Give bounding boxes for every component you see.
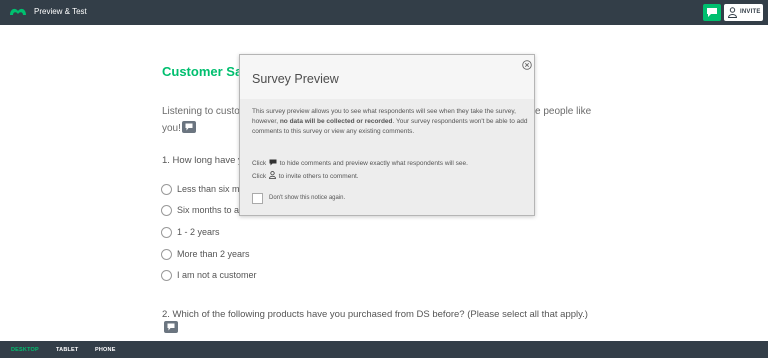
radio-button[interactable]	[161, 184, 172, 195]
close-icon[interactable]	[522, 60, 532, 70]
invite-label: INVITE	[740, 9, 761, 15]
survey-preview-dialog: Survey Preview This survey preview allow…	[239, 54, 535, 216]
dont-show-again-checkbox[interactable]	[252, 193, 263, 204]
invite-button[interactable]: INVITE	[724, 4, 763, 21]
survey-intro-text-end: you!	[162, 123, 181, 134]
comment-icon	[269, 159, 277, 166]
question-2: 2. Which of the following products have …	[162, 309, 588, 320]
answer-label: Six months to a	[177, 205, 240, 215]
dialog-body-emphasis: no data will be collected or recorded	[279, 118, 393, 125]
survey-intro-text: Listening to custom	[162, 106, 249, 117]
bottom-bar: DESKTOP TABLET PHONE	[0, 341, 768, 358]
tab-tablet[interactable]: TABLET	[56, 347, 78, 353]
radio-button[interactable]	[161, 249, 172, 260]
hint-text: to hide comments and preview exactly wha…	[279, 160, 468, 167]
dialog-title: Survey Preview	[252, 72, 339, 86]
survey-intro-text-continued: e people like	[535, 106, 592, 117]
answer-label: More than 2 years	[177, 249, 250, 259]
comment-bubble-icon[interactable]	[164, 321, 178, 333]
app-title: Preview & Test	[34, 7, 87, 16]
person-icon	[269, 171, 276, 179]
surveymonkey-logo-icon[interactable]	[9, 5, 27, 19]
tab-phone[interactable]: PHONE	[95, 347, 116, 353]
checkbox-label: Don't show this notice again.	[269, 195, 346, 201]
radio-button[interactable]	[161, 270, 172, 281]
hint-click-text: Click	[252, 173, 267, 180]
hint-click-text: Click	[252, 160, 267, 167]
dialog-body: This survey preview allows you to see wh…	[252, 107, 528, 137]
comment-icon	[707, 8, 717, 17]
top-bar: Preview & Test INVITE	[0, 0, 768, 25]
survey-title: Customer Sat	[162, 64, 247, 79]
radio-button[interactable]	[161, 227, 172, 238]
answer-label: 1 - 2 years	[177, 227, 220, 237]
answer-label: Less than six mo	[177, 184, 245, 194]
answer-label: I am not a customer	[177, 270, 257, 280]
comment-bubble-icon[interactable]	[182, 121, 196, 133]
radio-button[interactable]	[161, 205, 172, 216]
hide-comments-hint: Click to hide comments and preview exact…	[252, 159, 468, 167]
hint-text: to invite others to comment.	[278, 173, 359, 180]
comment-toggle-button[interactable]	[703, 4, 721, 21]
question-1: 1. How long have y	[162, 155, 243, 166]
tab-desktop[interactable]: DESKTOP	[11, 347, 39, 353]
person-icon	[728, 7, 737, 18]
invite-hint: Click to invite others to comment.	[252, 171, 359, 180]
